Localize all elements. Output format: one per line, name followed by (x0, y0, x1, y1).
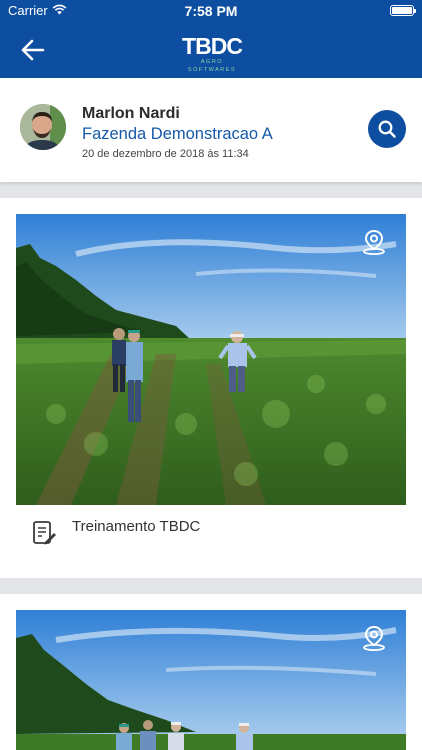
logo-text: TBDC (182, 33, 243, 59)
navigation-bar: TBDC AGRO SOFTWARES (0, 22, 422, 78)
post-caption: Treinamento TBDC (72, 518, 201, 535)
post-card (0, 594, 422, 750)
post-date: 20 de dezembro de 2018 às 11:34 (82, 148, 249, 160)
search-icon (378, 120, 396, 138)
app-logo: TBDC AGRO SOFTWARES (176, 33, 248, 73)
post-card: Treinamento TBDC (0, 198, 422, 578)
back-button[interactable] (20, 38, 46, 62)
farm-link[interactable]: Fazenda Demonstracao A (82, 125, 273, 144)
clock-time: 7:58 PM (184, 3, 238, 19)
map-pin-icon (363, 625, 385, 651)
profile-header: Marlon Nardi Fazenda Demonstracao A 20 d… (0, 78, 422, 182)
location-pin-button[interactable] (360, 624, 388, 652)
avatar[interactable] (20, 104, 66, 150)
status-bar: Carrier 7:58 PM (0, 0, 422, 22)
arrow-left-icon (21, 39, 45, 61)
post-photo[interactable] (16, 610, 406, 750)
search-button[interactable] (368, 110, 406, 148)
battery-icon (390, 5, 416, 16)
user-name: Marlon Nardi (82, 105, 180, 122)
post-photo[interactable] (16, 214, 406, 505)
map-pin-icon (363, 229, 385, 255)
note-edit-icon (33, 521, 56, 545)
logo-subtitle: AGRO SOFTWARES (187, 59, 237, 73)
post-caption-row: Treinamento TBDC (16, 518, 406, 548)
location-pin-button[interactable] (360, 228, 388, 256)
